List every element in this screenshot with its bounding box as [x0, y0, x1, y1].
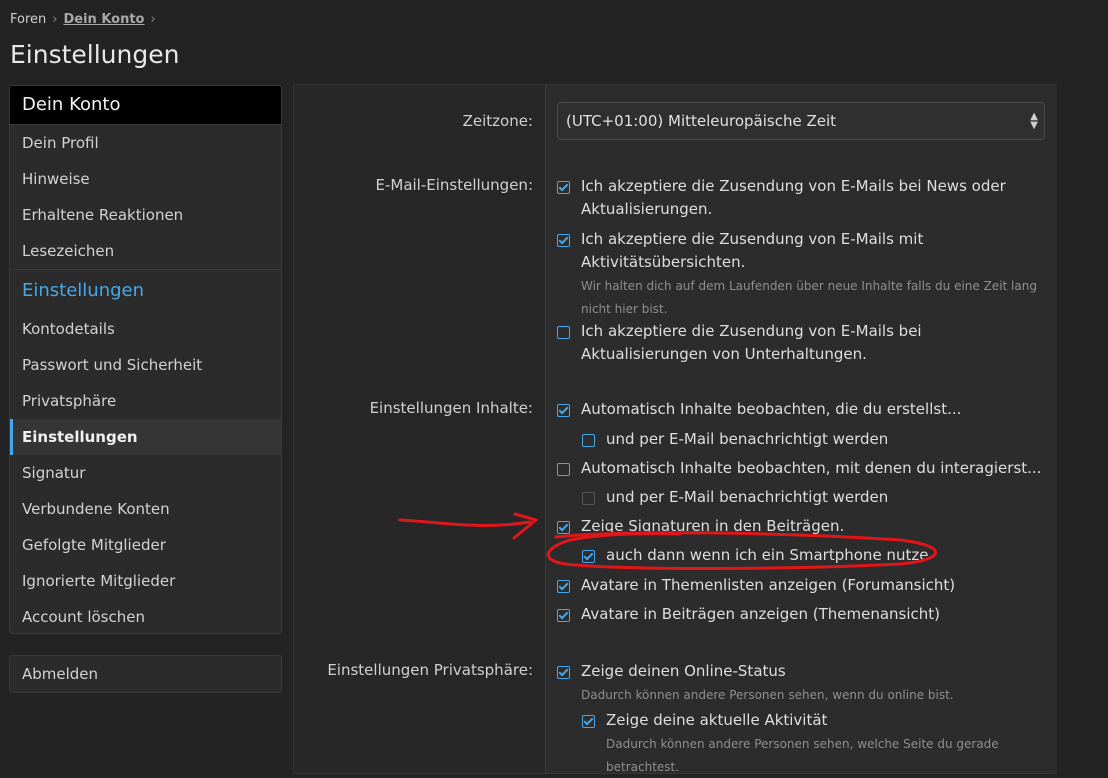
content-settings-label: Einstellungen Inhalte:	[369, 399, 533, 417]
current-activity-hint: Dadurch können andere Personen sehen, we…	[606, 737, 999, 774]
email-settings-label: E-Mail-Einstellungen:	[375, 176, 533, 194]
avatars-posts-checkbox[interactable]	[557, 609, 570, 622]
sidebar-item-alerts[interactable]: Hinweise	[10, 161, 281, 197]
watch-interacted-checkbox[interactable]	[557, 463, 570, 476]
select-arrows-icon: ▲ ▼	[1030, 111, 1038, 131]
sidebar-item-bookmarks[interactable]: Lesezeichen	[10, 233, 281, 269]
watch-interacted-email-checkbox[interactable]	[582, 492, 595, 505]
current-activity-option[interactable]: Zeige deine aktuelle Aktivität Dadurch k…	[582, 709, 1022, 778]
online-status-option[interactable]: Zeige deinen Online-Status Dadurch könne…	[557, 660, 1037, 706]
preferences-form: Zeitzone: (UTC+01:00) Mitteleuropäische …	[293, 84, 1057, 774]
email-news-option[interactable]: Ich akzeptiere die Zusendung von E-Mails…	[557, 177, 1037, 221]
chevron-right-icon: ›	[52, 12, 58, 27]
avatars-posts-text: Avatare in Beiträgen anzeigen (Themenans…	[581, 605, 941, 623]
email-news-checkbox[interactable]	[557, 181, 570, 194]
sidebar-item-privacy[interactable]: Privatsphäre	[10, 383, 281, 419]
breadcrumb-current-link[interactable]: Dein Konto	[63, 12, 144, 27]
show-signatures-option[interactable]: Zeige Signaturen in den Beiträgen.	[557, 517, 845, 538]
timezone-select[interactable]: (UTC+01:00) Mitteleuropäische Zeit ▲ ▼	[557, 102, 1045, 140]
sidebar-item-connected-accounts[interactable]: Verbundene Konten	[10, 491, 281, 527]
watch-interacted-text: Automatisch Inhalte beobachten, mit dene…	[581, 459, 1042, 477]
page-title: Einstellungen	[10, 40, 180, 69]
email-activity-option[interactable]: Ich akzeptiere die Zusendung von E-Mails…	[557, 228, 1037, 320]
sidebar: Dein Konto Dein Profil Hinweise Erhalten…	[9, 85, 282, 634]
watch-interacted-option[interactable]: Automatisch Inhalte beobachten, mit dene…	[557, 459, 1042, 480]
email-news-text: Ich akzeptiere die Zusendung von E-Mails…	[581, 177, 1006, 218]
current-activity-text: Zeige deine aktuelle Aktivität	[606, 711, 828, 729]
watch-created-text: Automatisch Inhalte beobachten, die du e…	[581, 400, 962, 418]
email-activity-hint: Wir halten dich auf dem Laufenden über n…	[581, 279, 1037, 316]
email-activity-checkbox[interactable]	[557, 234, 570, 247]
show-signatures-mobile-option[interactable]: auch dann wenn ich ein Smartphone nutze	[582, 546, 929, 567]
online-status-text: Zeige deinen Online-Status	[581, 662, 786, 680]
avatars-posts-option[interactable]: Avatare in Beiträgen anzeigen (Themenans…	[557, 605, 941, 626]
email-activity-block: Ich akzeptiere die Zusendung von E-Mails…	[581, 228, 1037, 320]
watch-created-checkbox[interactable]	[557, 404, 570, 417]
email-conversations-checkbox[interactable]	[557, 326, 570, 339]
avatars-threadlist-checkbox[interactable]	[557, 580, 570, 593]
sidebar-item-following[interactable]: Gefolgte Mitglieder	[10, 527, 281, 563]
email-activity-text: Ich akzeptiere die Zusendung von E-Mails…	[581, 230, 924, 271]
watch-interacted-email-option[interactable]: und per E-Mail benachrichtigt werden	[582, 488, 889, 509]
online-status-block: Zeige deinen Online-Status Dadurch könne…	[581, 660, 954, 706]
logout-button[interactable]: Abmelden	[9, 655, 282, 693]
email-conversations-text: Ich akzeptiere die Zusendung von E-Mails…	[581, 322, 922, 363]
watch-created-email-checkbox[interactable]	[582, 434, 595, 447]
show-signatures-mobile-text: auch dann wenn ich ein Smartphone nutze	[606, 546, 929, 564]
email-conversations-option[interactable]: Ich akzeptiere die Zusendung von E-Mails…	[557, 322, 1037, 366]
privacy-settings-label: Einstellungen Privatsphäre:	[327, 661, 533, 679]
sidebar-item-reactions[interactable]: Erhaltene Reaktionen	[10, 197, 281, 233]
sidebar-item-signature[interactable]: Signatur	[10, 455, 281, 491]
watch-created-email-option[interactable]: und per E-Mail benachrichtigt werden	[582, 430, 889, 451]
avatars-threadlist-text: Avatare in Themenlisten anzeigen (Foruma…	[581, 576, 956, 594]
sidebar-item-password-security[interactable]: Passwort und Sicherheit	[10, 347, 281, 383]
watch-created-option[interactable]: Automatisch Inhalte beobachten, die du e…	[557, 400, 962, 421]
sidebar-item-delete-account[interactable]: Account löschen	[10, 599, 281, 633]
show-signatures-checkbox[interactable]	[557, 521, 570, 534]
sidebar-item-profile[interactable]: Dein Profil	[10, 125, 281, 161]
current-activity-checkbox[interactable]	[582, 715, 595, 728]
chevron-right-icon: ›	[150, 12, 156, 27]
timezone-value: (UTC+01:00) Mitteleuropäische Zeit	[566, 112, 837, 130]
show-signatures-text: Zeige Signaturen in den Beiträgen.	[581, 517, 845, 535]
watch-interacted-email-text: und per E-Mail benachrichtigt werden	[606, 488, 889, 506]
sidebar-item-preferences[interactable]: Einstellungen	[10, 419, 281, 455]
online-status-checkbox[interactable]	[557, 666, 570, 679]
show-signatures-mobile-checkbox[interactable]	[582, 550, 595, 563]
sidebar-section-settings: Einstellungen	[10, 269, 281, 311]
online-status-hint: Dadurch können andere Personen sehen, we…	[581, 688, 954, 702]
watch-created-email-text: und per E-Mail benachrichtigt werden	[606, 430, 889, 448]
sidebar-item-ignoring[interactable]: Ignorierte Mitglieder	[10, 563, 281, 599]
breadcrumb-root-link[interactable]: Foren	[10, 12, 46, 27]
sidebar-item-account-details[interactable]: Kontodetails	[10, 311, 281, 347]
avatars-threadlist-option[interactable]: Avatare in Themenlisten anzeigen (Foruma…	[557, 576, 956, 597]
breadcrumb: Foren › Dein Konto ›	[10, 12, 156, 27]
current-activity-block: Zeige deine aktuelle Aktivität Dadurch k…	[606, 709, 1022, 778]
timezone-label: Zeitzone:	[462, 112, 533, 130]
sidebar-header[interactable]: Dein Konto	[10, 86, 281, 125]
